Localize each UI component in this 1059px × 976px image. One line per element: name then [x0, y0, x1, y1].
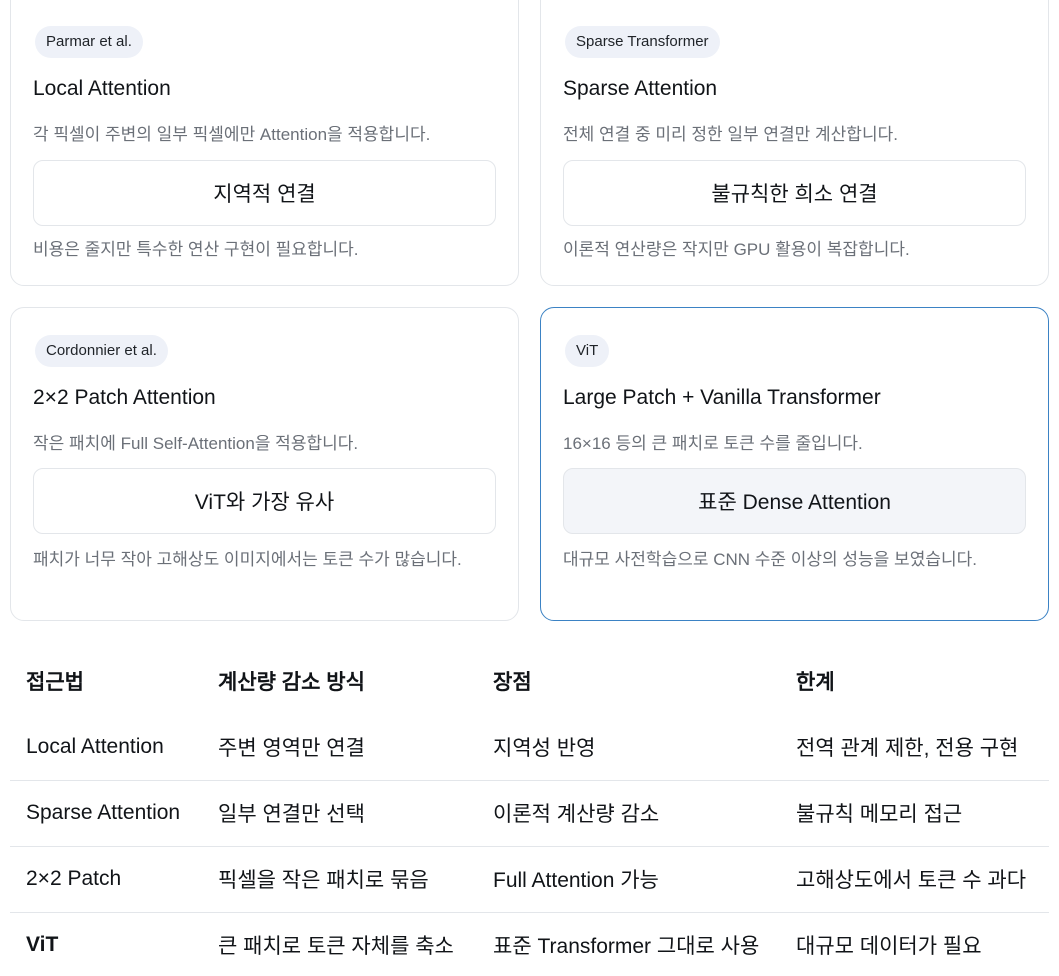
- table-cell: 전역 관계 제한, 전용 구현: [796, 736, 1019, 760]
- card-title: Local Attention: [33, 77, 171, 100]
- table-cell: Sparse Attention: [26, 801, 181, 824]
- table-cell: 픽셀을 작은 패치로 묶음: [218, 869, 429, 892]
- table-header-reduction: 계산량 감소 방식: [218, 671, 365, 694]
- card-title: Sparse Attention: [563, 77, 718, 100]
- comparison-table: 접근법 계산량 감소 방식 장점 한계 Local Attention 주변 영…: [10, 648, 1049, 976]
- card-sparse-attention: Sparse Transformer Sparse Attention 전체 연…: [540, 0, 1049, 286]
- page: Parmar et al. Local Attention 각 픽셀이 주변의 …: [0, 0, 1059, 976]
- table-cell: 불규칙 메모리 접근: [796, 803, 963, 826]
- card-note: 비용은 줄지만 특수한 연산 구현이 필요합니다.: [33, 240, 359, 259]
- card-title: 2×2 Patch Attention: [33, 386, 216, 409]
- table-cell: 지역성 반영: [493, 736, 596, 760]
- card-description: 작은 패치에 Full Self-Attention을 적용합니다.: [33, 434, 359, 453]
- table-row: 2×2 Patch 픽셀을 작은 패치로 묶음 Full Attention 가…: [10, 846, 1049, 912]
- card-key-point: 불규칙한 희소 연결: [563, 160, 1026, 226]
- source-badge: Parmar et al.: [35, 26, 143, 58]
- card-title: Large Patch + Vanilla Transformer: [563, 386, 881, 409]
- table-row: Sparse Attention 일부 연결만 선택 이론적 계산량 감소 불규…: [10, 780, 1049, 846]
- source-badge: Cordonnier et al.: [35, 335, 168, 367]
- card-patch-attention: Cordonnier et al. 2×2 Patch Attention 작은…: [10, 307, 519, 621]
- card-note: 대규모 사전학습으로 CNN 수준 이상의 성능을 보였습니다.: [563, 550, 977, 569]
- card-description: 각 픽셀이 주변의 일부 픽셀에만 Attention을 적용합니다.: [33, 125, 431, 144]
- card-description: 16×16 등의 큰 패치로 토큰 수를 줄입니다.: [563, 434, 863, 453]
- card-note: 이론적 연산량은 작지만 GPU 활용이 복잡합니다.: [563, 240, 910, 259]
- source-badge: Sparse Transformer: [565, 26, 720, 58]
- table-cell: 이론적 계산량 감소: [493, 803, 660, 826]
- card-vit: ViT Large Patch + Vanilla Transformer 16…: [540, 307, 1049, 621]
- table-row: ViT 큰 패치로 토큰 자체를 축소 표준 Transformer 그대로 사…: [10, 912, 1049, 976]
- table-cell: Full Attention 가능: [493, 869, 659, 892]
- table-cell: 고해상도에서 토큰 수 과다: [796, 869, 1027, 892]
- table-header-limits: 한계: [796, 671, 835, 694]
- card-local-attention: Parmar et al. Local Attention 각 픽셀이 주변의 …: [10, 0, 519, 286]
- table-cell: 2×2 Patch: [26, 867, 122, 890]
- card-note: 패치가 너무 작아 고해상도 이미지에서는 토큰 수가 많습니다.: [33, 550, 462, 569]
- card-key-point: ViT와 가장 유사: [33, 468, 496, 534]
- table-cell: 주변 영역만 연결: [218, 736, 365, 760]
- table-cell: 대규모 데이터가 필요: [796, 935, 982, 959]
- table-header-pros: 장점: [493, 671, 532, 694]
- card-description: 전체 연결 중 미리 정한 일부 연결만 계산합니다.: [563, 125, 898, 144]
- table-cell: 큰 패치로 토큰 자체를 축소: [218, 935, 454, 959]
- table-header-approach: 접근법: [26, 671, 84, 694]
- table-cell: 표준 Transformer 그대로 사용: [493, 935, 760, 959]
- table-cell: 일부 연결만 선택: [218, 803, 365, 826]
- table-cell: Local Attention: [26, 734, 164, 758]
- card-key-point: 지역적 연결: [33, 160, 496, 226]
- source-badge: ViT: [565, 335, 610, 367]
- table-row: Local Attention 주변 영역만 연결 지역성 반영 전역 관계 제…: [10, 714, 1049, 780]
- card-key-point: 표준 Dense Attention: [563, 468, 1026, 534]
- table-header-row: 접근법 계산량 감소 방식 장점 한계: [10, 648, 1049, 714]
- table-cell: ViT: [26, 933, 59, 957]
